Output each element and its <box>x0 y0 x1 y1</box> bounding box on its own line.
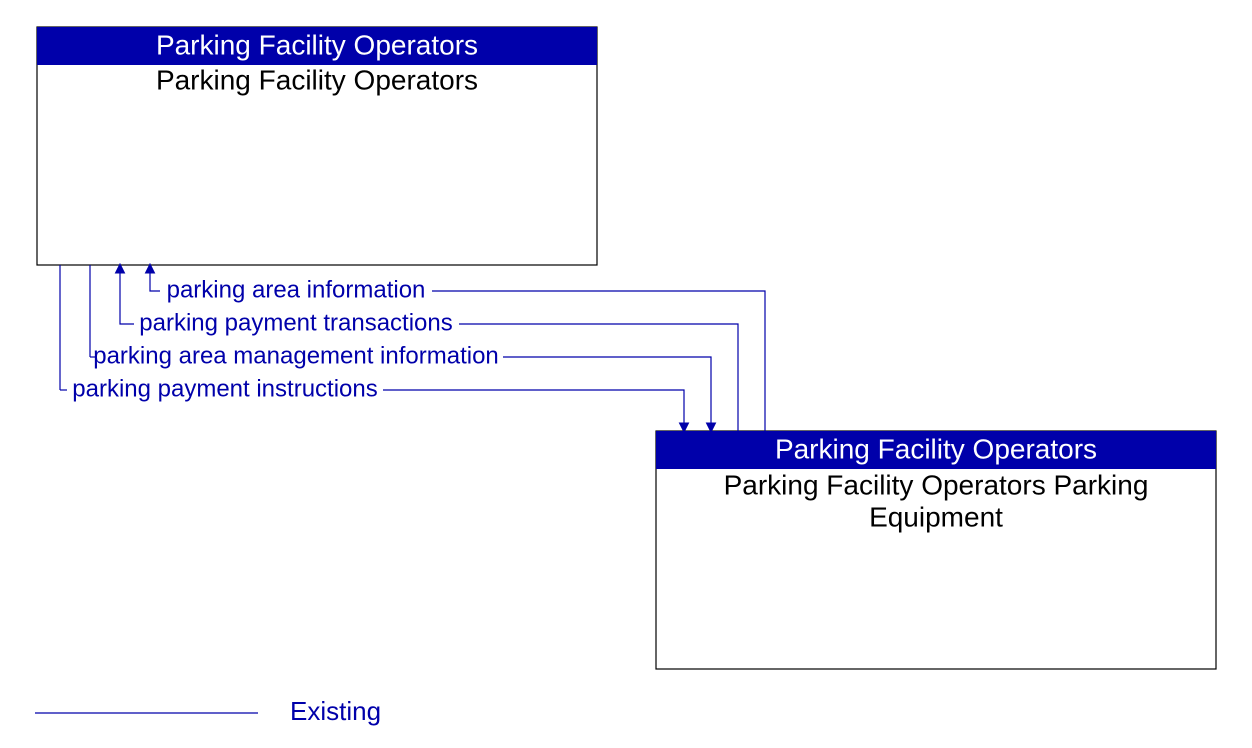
box-bottom-title-line2: Equipment <box>869 501 1003 532</box>
legend-existing-label: Existing <box>290 696 381 726</box>
flow-label-2: parking payment transactions <box>139 309 453 336</box>
box-bottom-title-line1: Parking Facility Operators Parking <box>724 469 1149 500</box>
box-parking-facility-operators: Parking Facility Operators Parking Facil… <box>37 27 597 265</box>
flow-label-3: parking area management information <box>93 342 499 369</box>
flow-label-4: parking payment instructions <box>72 375 377 402</box>
legend-existing: Existing <box>35 696 381 726</box>
box-parking-equipment: Parking Facility Operators Parking Facil… <box>656 431 1216 669</box>
architecture-diagram: Parking Facility Operators Parking Facil… <box>0 0 1252 748</box>
box-top-header: Parking Facility Operators <box>156 29 478 60</box>
flow-label-1: parking area information <box>167 276 426 303</box>
box-bottom-header: Parking Facility Operators <box>775 433 1097 464</box>
box-top-title: Parking Facility Operators <box>156 64 478 95</box>
